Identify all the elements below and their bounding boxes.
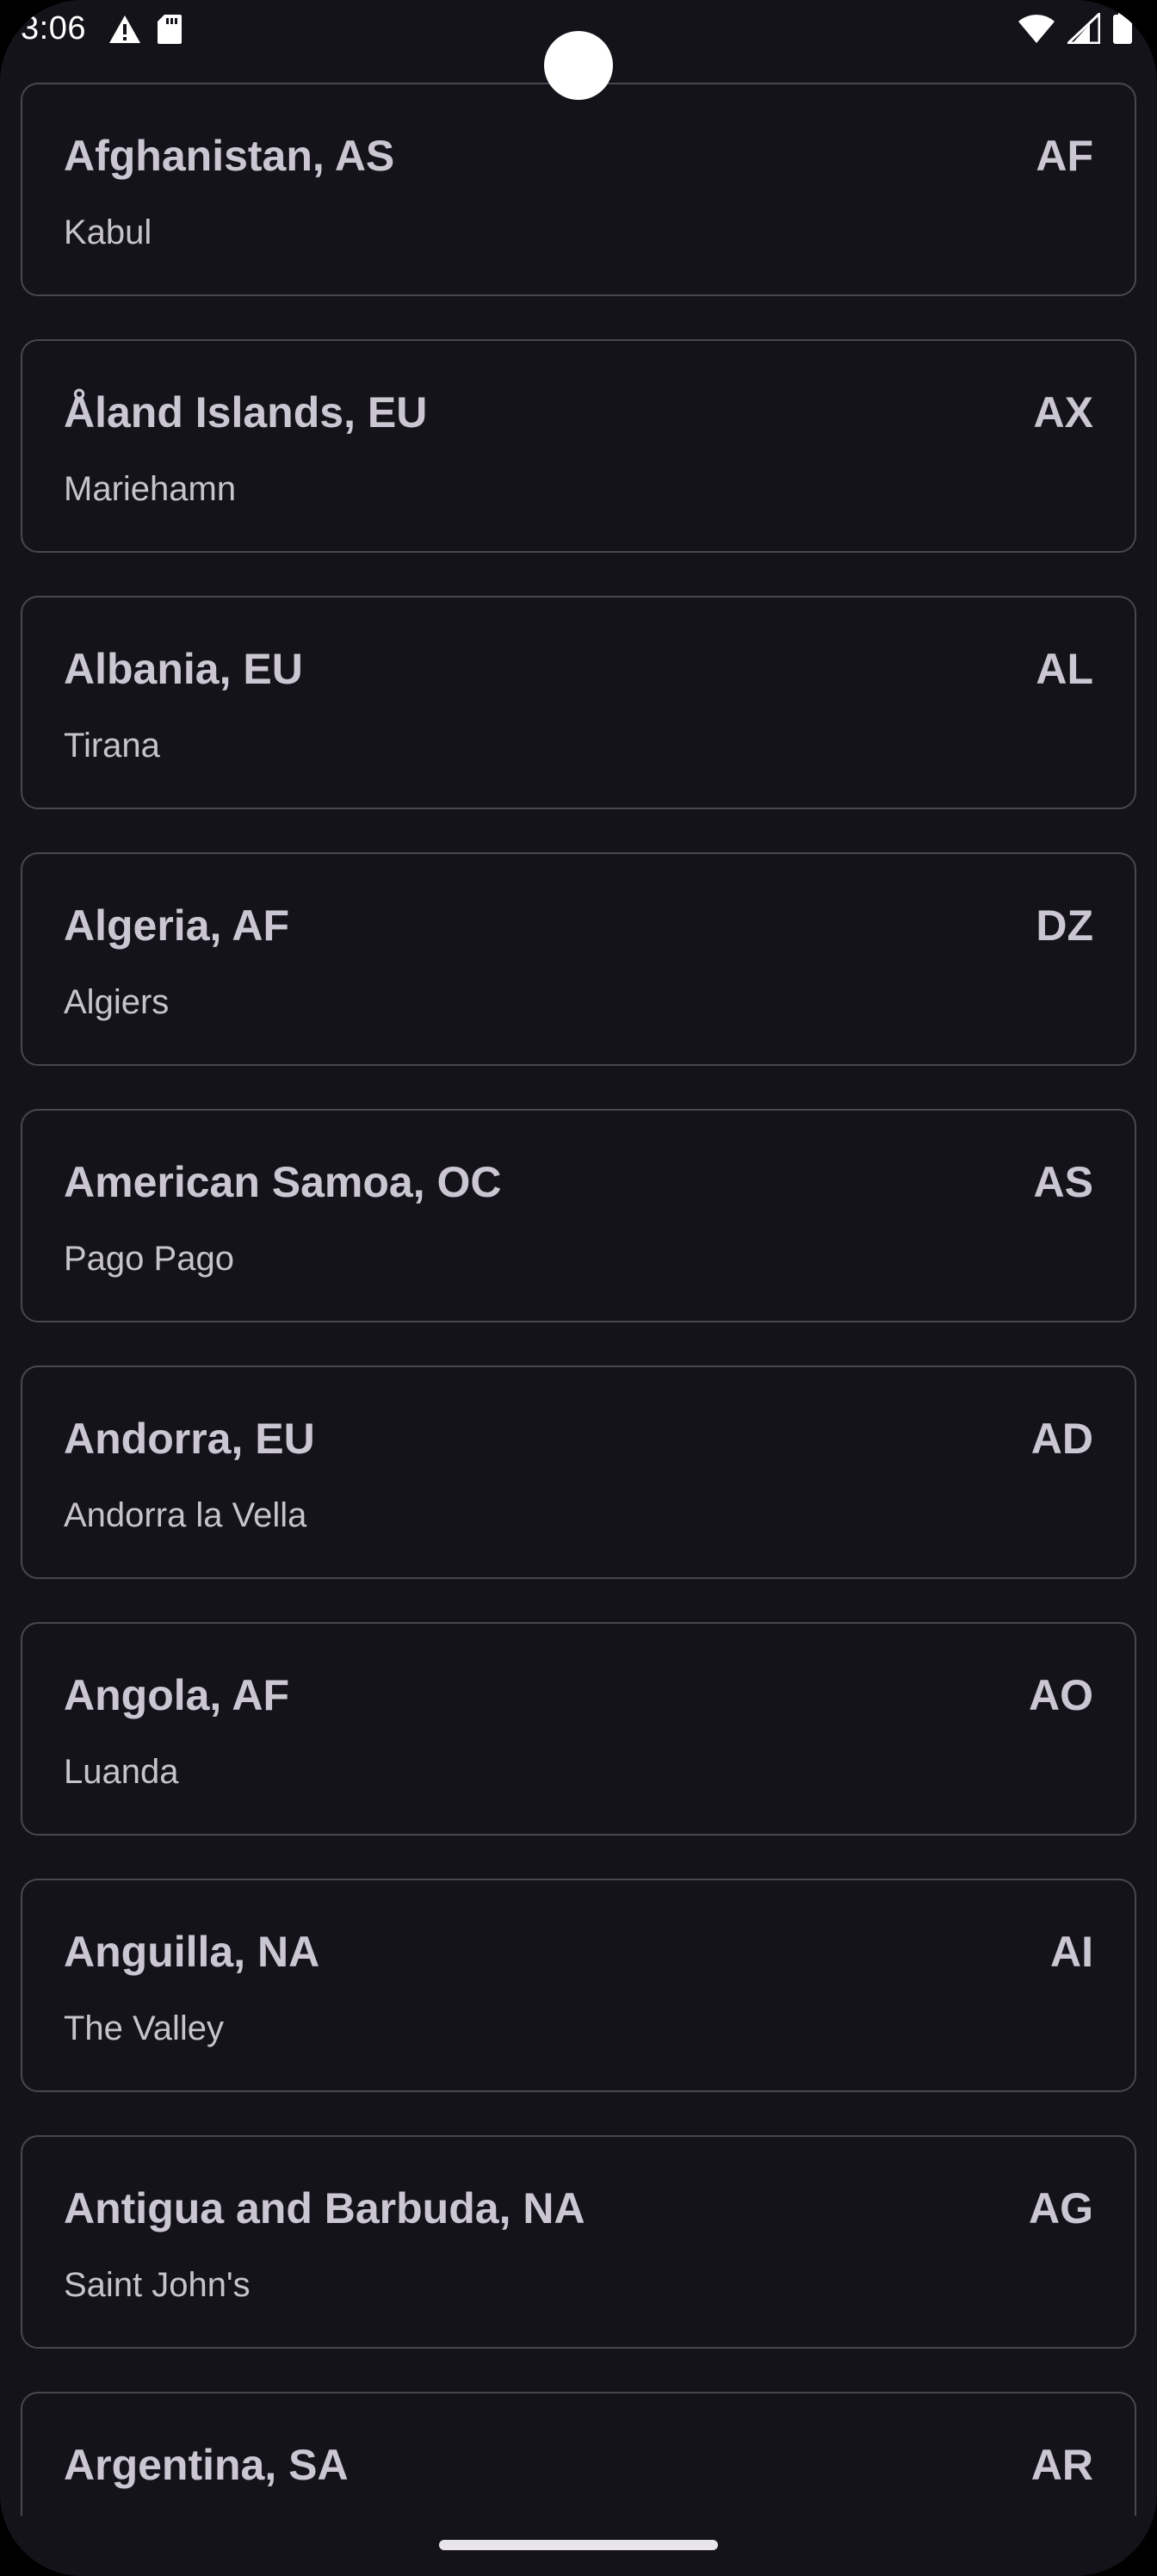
country-capital: Tirana [64, 727, 160, 765]
country-name: Andorra, EU [64, 1415, 315, 1463]
country-name: Algeria, AF [64, 901, 290, 950]
country-capital: Mariehamn [64, 470, 237, 508]
country-capital: Kabul [64, 214, 152, 251]
country-card-aland-islands[interactable]: Åland Islands, EU AX Mariehamn [21, 339, 1136, 553]
country-name: Antigua and Barbuda, NA [64, 2184, 585, 2232]
country-name: American Samoa, OC [64, 1158, 502, 1206]
camera-cutout [544, 31, 613, 100]
country-capital: Algiers [64, 983, 170, 1021]
country-name: Anguilla, NA [64, 1928, 320, 1976]
country-capital: The Valley [64, 2009, 225, 2047]
country-code: AO [1029, 1671, 1093, 1719]
country-capital: Luanda [64, 1753, 179, 1791]
country-card-albania[interactable]: Albania, EU AL Tirana [21, 596, 1136, 809]
status-system-icons [1018, 10, 1133, 49]
country-code: DZ [1036, 901, 1093, 950]
country-card-american-samoa[interactable]: American Samoa, OC AS Pago Pago [21, 1109, 1136, 1322]
country-card-anguilla[interactable]: Anguilla, NA AI The Valley [21, 1879, 1136, 2092]
country-name: Argentina, SA [64, 2441, 349, 2489]
wifi-icon [1018, 13, 1055, 48]
country-list[interactable]: Afghanistan, AS AF Kabul Åland Islands, … [21, 83, 1136, 2576]
country-name: Afghanistan, AS [64, 132, 395, 180]
country-capital: Pago Pago [64, 1240, 234, 1278]
status-notification-icons [108, 14, 183, 49]
country-capital: Andorra la Vella [64, 1496, 307, 1534]
country-code: AG [1029, 2184, 1093, 2232]
warning-icon [108, 15, 141, 48]
country-card-andorra[interactable]: Andorra, EU AD Andorra la Vella [21, 1365, 1136, 1579]
gesture-navigation-handle[interactable] [439, 2540, 718, 2550]
country-name: Åland Islands, EU [64, 388, 428, 437]
app-screen: 3:06 Afghanistan, AS AF Kabul Åland Isla… [0, 0, 1157, 2576]
country-name: Angola, AF [64, 1671, 290, 1719]
country-name: Albania, EU [64, 645, 303, 693]
country-capital: Saint John's [64, 2266, 251, 2304]
country-card-angola[interactable]: Angola, AF AO Luanda [21, 1622, 1136, 1836]
country-code: AD [1030, 1415, 1093, 1463]
sd-card-icon [157, 14, 183, 49]
country-code: AI [1050, 1928, 1093, 1976]
country-code: AX [1033, 388, 1093, 437]
country-card-afghanistan[interactable]: Afghanistan, AS AF Kabul [21, 83, 1136, 296]
signal-icon [1065, 10, 1101, 48]
country-code: AL [1036, 645, 1093, 693]
country-code: AF [1036, 132, 1093, 180]
country-card-algeria[interactable]: Algeria, AF DZ Algiers [21, 852, 1136, 1066]
country-code: AR [1030, 2441, 1093, 2489]
country-code: AS [1033, 1158, 1093, 1206]
country-card-antigua-and-barbuda[interactable]: Antigua and Barbuda, NA AG Saint John's [21, 2135, 1136, 2349]
battery-icon [1112, 12, 1133, 49]
status-time: 3:06 [21, 10, 86, 46]
